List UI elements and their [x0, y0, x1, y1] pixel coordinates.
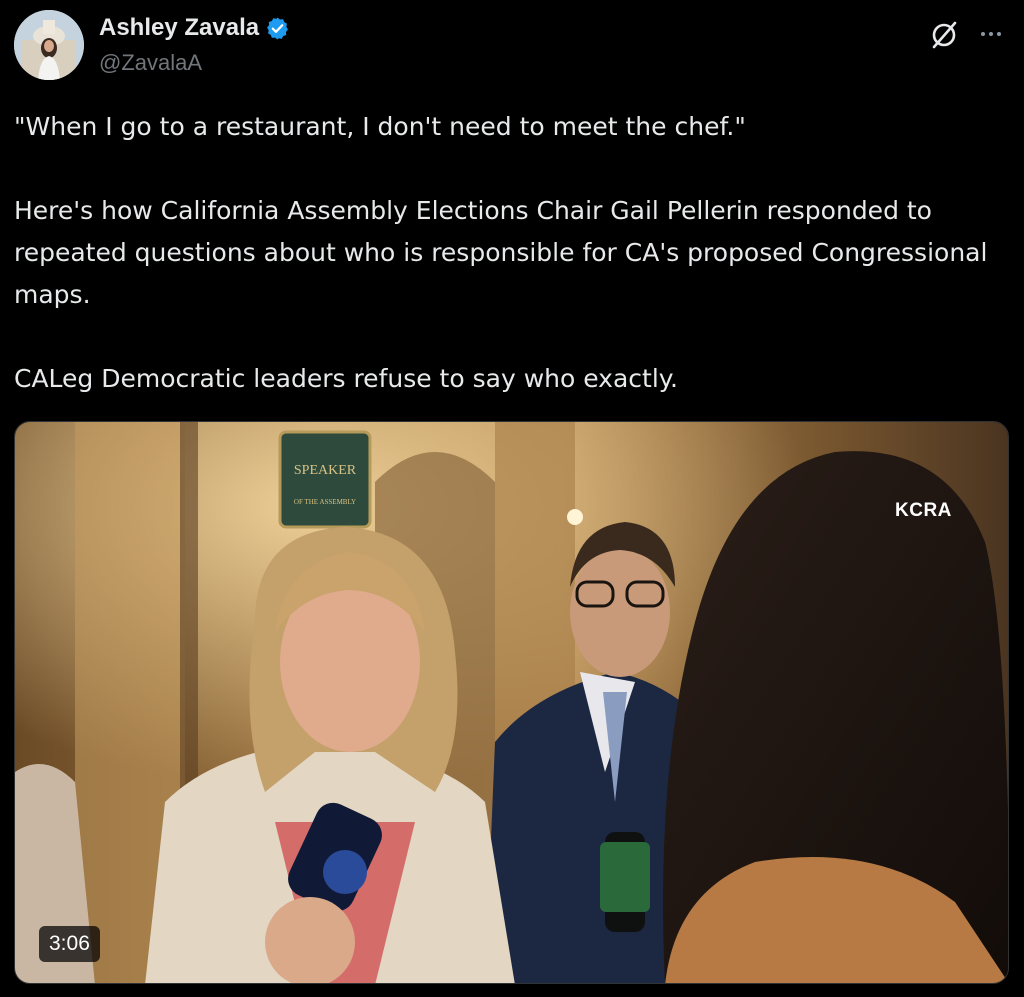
kcra-station-label: KCRA [895, 500, 952, 521]
video-duration-badge: 3:06 [39, 926, 100, 962]
tweet-header: Ashley Zavala @ZavalaA [14, 10, 1010, 82]
author-handle[interactable]: @ZavalaA [99, 50, 202, 76]
tweet-text-line-2: Here's how California Assembly Elections… [14, 196, 988, 309]
video-thumbnail: SPEAKER OF THE ASSEMBLY [15, 422, 1008, 983]
author-name-row[interactable]: Ashley Zavala [99, 14, 290, 42]
avatar[interactable] [14, 10, 84, 80]
video-player[interactable]: SPEAKER OF THE ASSEMBLY 3 [14, 421, 1009, 984]
author-display-name[interactable]: Ashley Zavala [99, 14, 259, 42]
sign-text: SPEAKER [294, 463, 357, 478]
sign-subtext: OF THE ASSEMBLY [294, 498, 356, 506]
grok-icon[interactable] [929, 20, 959, 50]
tweet-text: "When I go to a restaurant, I don't need… [14, 106, 1004, 400]
verified-badge-icon [265, 16, 290, 41]
more-options-icon[interactable] [976, 24, 1006, 44]
tweet-text-line-3: CALeg Democratic leaders refuse to say w… [14, 364, 678, 393]
tweet-text-line-1: "When I go to a restaurant, I don't need… [14, 112, 746, 141]
